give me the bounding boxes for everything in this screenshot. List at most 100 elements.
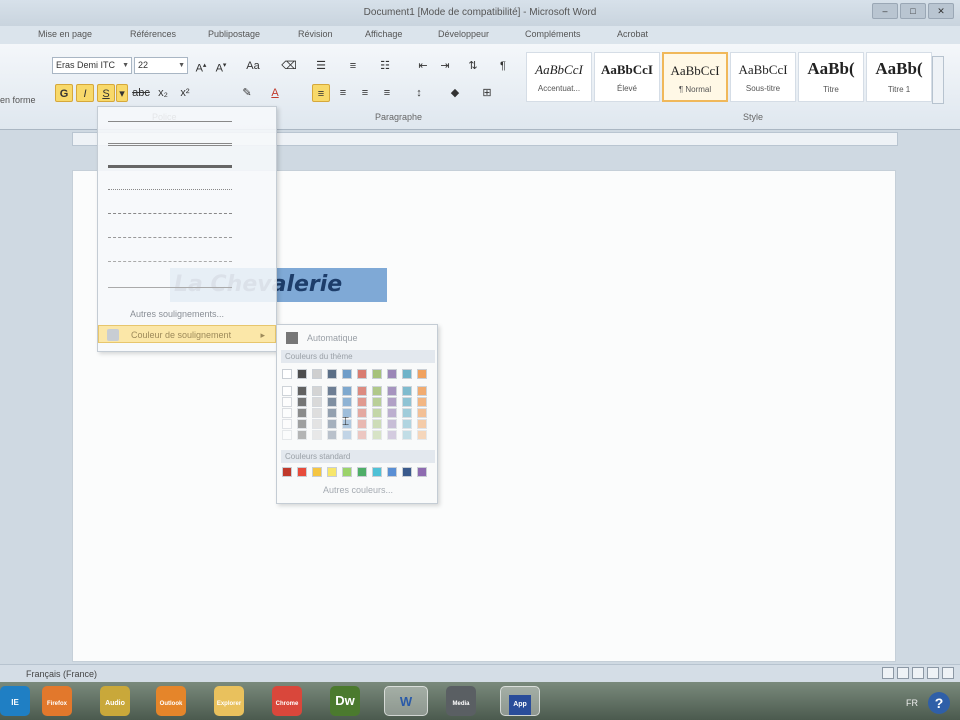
theme-color-swatch[interactable] (357, 397, 367, 407)
tab-mise-en-page[interactable]: Mise en page (38, 29, 92, 39)
shrink-font-icon[interactable]: A▾ (212, 57, 230, 75)
tab-complements[interactable]: Compléments (525, 29, 581, 39)
theme-color-swatch[interactable] (402, 397, 412, 407)
app-icon[interactable]: App (500, 686, 540, 716)
theme-color-swatch[interactable] (312, 397, 322, 407)
theme-color-swatch[interactable] (357, 386, 367, 396)
mise-en-forme-label[interactable]: en forme (0, 95, 36, 105)
theme-color-swatch[interactable] (372, 419, 382, 429)
theme-color-swatch[interactable] (282, 386, 292, 396)
ie-icon[interactable]: IE (0, 686, 30, 716)
standard-color-swatch[interactable] (297, 467, 307, 477)
bold-button[interactable]: G (55, 84, 73, 102)
theme-color-swatch[interactable] (297, 408, 307, 418)
borders-icon[interactable]: ⊞ (478, 84, 496, 102)
theme-color-swatch[interactable] (417, 369, 427, 379)
theme-color-swatch[interactable] (402, 408, 412, 418)
style-titre-1[interactable]: AaBb( Titre 1 (866, 52, 932, 102)
align-left-button[interactable]: ≡ (312, 84, 330, 102)
theme-color-swatch[interactable] (402, 430, 412, 440)
theme-color-swatch[interactable] (327, 408, 337, 418)
theme-color-swatch[interactable] (342, 397, 352, 407)
underline-single[interactable] (108, 121, 232, 122)
theme-color-swatch[interactable] (342, 369, 352, 379)
style-accentuation[interactable]: AaBbCcI Accentuat... (526, 52, 592, 102)
theme-color-swatch[interactable] (327, 369, 337, 379)
sort-icon[interactable]: ⇅ (464, 57, 482, 75)
justify-icon[interactable]: ≡ (378, 84, 396, 102)
style-normal[interactable]: AaBbCcI ¶ Normal (662, 52, 728, 102)
tray-language[interactable]: FR (906, 698, 918, 708)
italic-button[interactable]: I (76, 84, 94, 102)
theme-color-swatch[interactable] (402, 419, 412, 429)
help-icon[interactable]: ? (928, 692, 950, 714)
tab-references[interactable]: Références (130, 29, 176, 39)
underline-dash-dot-dot[interactable] (108, 261, 232, 262)
web-layout-icon[interactable] (912, 667, 924, 679)
strikethrough-icon[interactable]: abc (132, 84, 150, 102)
align-center-icon[interactable]: ≡ (334, 84, 352, 102)
more-colors-item[interactable]: Autres couleurs... (281, 485, 435, 495)
theme-color-swatch[interactable] (342, 430, 352, 440)
underline-color-item[interactable]: Couleur de soulignement ▸ (98, 325, 276, 343)
theme-color-swatch[interactable] (357, 430, 367, 440)
styles-scroll[interactable] (932, 56, 944, 104)
theme-color-swatch[interactable] (402, 369, 412, 379)
theme-color-swatch[interactable] (387, 419, 397, 429)
theme-color-swatch[interactable] (417, 408, 427, 418)
standard-color-swatch[interactable] (342, 467, 352, 477)
theme-color-swatch[interactable] (402, 386, 412, 396)
media-app-icon[interactable]: Media (446, 686, 476, 716)
theme-color-swatch[interactable] (387, 408, 397, 418)
grow-font-icon[interactable]: A▴ (192, 57, 210, 75)
shading-icon[interactable]: ◆ (446, 84, 464, 102)
theme-color-swatch[interactable] (297, 419, 307, 429)
style-sous-titre[interactable]: AaBbCcI Sous-titre (730, 52, 796, 102)
theme-color-swatch[interactable] (297, 397, 307, 407)
theme-color-swatch[interactable] (282, 397, 292, 407)
dreamweaver-icon[interactable]: Dw (330, 686, 360, 716)
standard-color-swatch[interactable] (357, 467, 367, 477)
theme-color-swatch[interactable] (387, 386, 397, 396)
theme-color-swatch[interactable] (327, 430, 337, 440)
tab-publipostage[interactable]: Publipostage (208, 29, 260, 39)
highlight-icon[interactable]: ✎ (238, 84, 256, 102)
theme-color-swatch[interactable] (417, 386, 427, 396)
theme-color-swatch[interactable] (312, 408, 322, 418)
explorer-icon[interactable]: Explorer (214, 686, 244, 716)
underline-dash-dot[interactable] (108, 237, 232, 238)
theme-color-swatch[interactable] (312, 386, 322, 396)
standard-color-swatch[interactable] (327, 467, 337, 477)
theme-color-swatch[interactable] (327, 397, 337, 407)
standard-color-swatch[interactable] (372, 467, 382, 477)
standard-color-swatch[interactable] (312, 467, 322, 477)
theme-color-swatch[interactable] (282, 369, 292, 379)
standard-color-swatch[interactable] (387, 467, 397, 477)
theme-color-swatch[interactable] (357, 369, 367, 379)
subscript-icon[interactable]: x₂ (154, 84, 172, 102)
theme-color-swatch[interactable] (387, 397, 397, 407)
theme-color-swatch[interactable] (297, 430, 307, 440)
standard-color-swatch[interactable] (282, 467, 292, 477)
standard-color-swatch[interactable] (417, 467, 427, 477)
font-size-combo[interactable]: 22 ▼ (134, 57, 188, 74)
style-titre[interactable]: AaBb( Titre (798, 52, 864, 102)
print-layout-icon[interactable] (882, 667, 894, 679)
font-color-icon[interactable]: A (266, 84, 284, 102)
tab-acrobat[interactable]: Acrobat (617, 29, 648, 39)
theme-color-swatch[interactable] (372, 397, 382, 407)
chevron-down-icon[interactable]: ▼ (122, 58, 129, 73)
theme-color-swatch[interactable] (282, 408, 292, 418)
word-icon[interactable]: W (384, 686, 428, 716)
underline-dotted[interactable] (108, 189, 232, 190)
numbering-icon[interactable]: ≡ (344, 57, 362, 75)
more-underlines-item[interactable]: Autres soulignements... (98, 305, 276, 323)
theme-color-swatch[interactable] (417, 397, 427, 407)
tab-revision[interactable]: Révision (298, 29, 333, 39)
standard-color-swatch[interactable] (402, 467, 412, 477)
theme-color-swatch[interactable] (372, 369, 382, 379)
theme-color-swatch[interactable] (372, 408, 382, 418)
theme-color-swatch[interactable] (387, 430, 397, 440)
style-eleve[interactable]: AaBbCcI Élevé (594, 52, 660, 102)
outline-icon[interactable] (927, 667, 939, 679)
